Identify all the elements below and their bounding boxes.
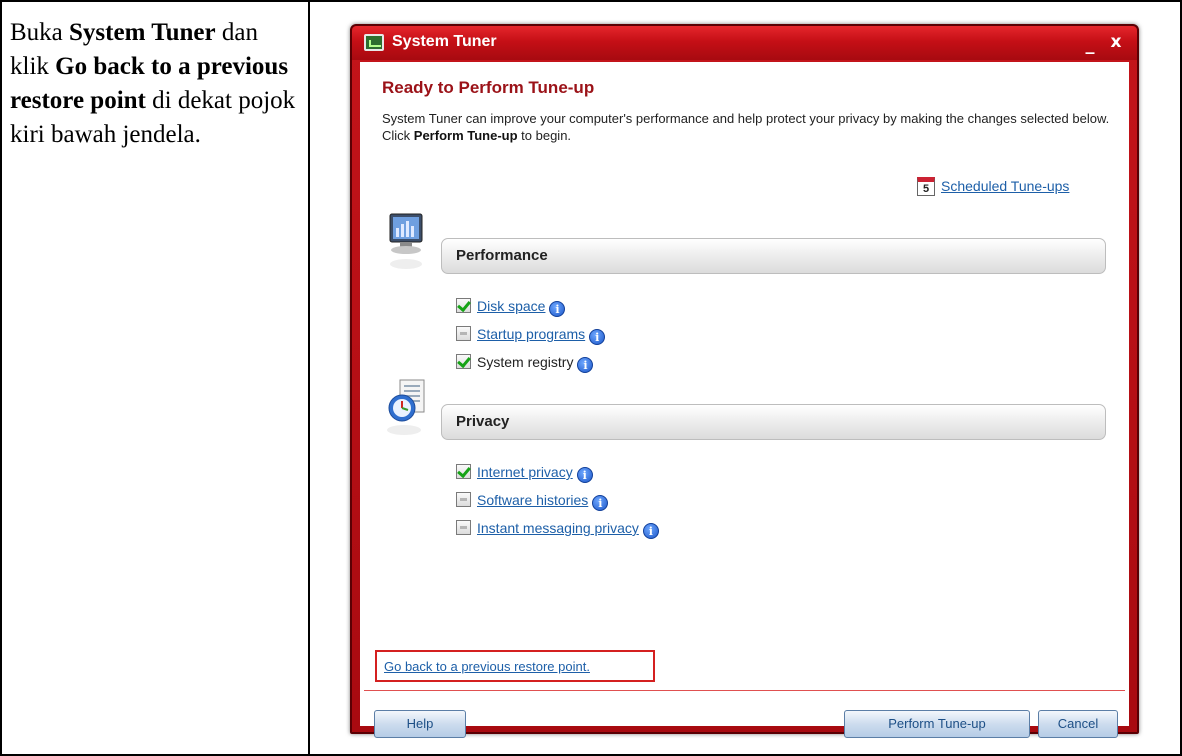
intro-text-end: to begin. (517, 128, 572, 143)
startup-programs-link[interactable]: Startup programs (477, 326, 585, 342)
restore-link-highlight: Go back to a previous restore point. (375, 650, 655, 682)
startup-programs-checkbox[interactable] (456, 326, 471, 341)
disk-space-checkbox[interactable] (456, 298, 471, 313)
instruction-bold-app-name: System Tuner (69, 19, 216, 46)
info-icon[interactable]: i (642, 523, 659, 539)
option-disk-space[interactable]: Disk space i (456, 298, 566, 318)
system-registry-label: System registry (477, 354, 574, 370)
instruction-text: Buka System Tuner dan klik Go back to a … (10, 16, 302, 152)
privacy-clock-icon (387, 379, 425, 435)
disk-space-link[interactable]: Disk space (477, 298, 545, 314)
software-histories-link[interactable]: Software histories (477, 492, 588, 508)
title-bar[interactable]: System Tuner _ x (352, 26, 1137, 60)
info-icon[interactable]: i (549, 301, 566, 317)
info-icon[interactable]: i (589, 329, 606, 345)
help-button[interactable]: Help (374, 710, 466, 738)
option-system-registry[interactable]: System registry i (456, 354, 594, 374)
option-startup-programs[interactable]: Startup programs i (456, 326, 606, 346)
cancel-button[interactable]: Cancel (1038, 710, 1118, 738)
performance-section-title: Performance (456, 247, 548, 264)
instant-messaging-privacy-checkbox[interactable] (456, 520, 471, 535)
monitor-icon (389, 213, 423, 269)
system-registry-checkbox[interactable] (456, 354, 471, 369)
info-icon[interactable]: i (576, 467, 593, 483)
instruction-part-1: Buka (10, 19, 70, 46)
intro-text: System Tuner can improve your computer's… (382, 110, 1122, 144)
scheduled-tune-ups-link[interactable]: Scheduled Tune-ups (941, 178, 1069, 194)
table-divider (308, 2, 310, 756)
footer-divider (364, 690, 1125, 691)
internet-privacy-checkbox[interactable] (456, 464, 471, 479)
privacy-section-title: Privacy (456, 413, 510, 430)
perform-tune-up-button[interactable]: Perform Tune-up (844, 710, 1030, 738)
internet-privacy-link[interactable]: Internet privacy (477, 464, 573, 480)
info-icon[interactable]: i (577, 357, 594, 373)
page-heading: Ready to Perform Tune-up (382, 78, 595, 97)
option-software-histories[interactable]: Software histories i (456, 492, 609, 512)
app-icon (364, 34, 384, 51)
software-histories-checkbox[interactable] (456, 492, 471, 507)
info-icon[interactable]: i (592, 495, 609, 511)
window-title: System Tuner (392, 33, 497, 50)
privacy-section-header: Privacy (441, 404, 1106, 440)
restore-point-link[interactable]: Go back to a previous restore point. (384, 659, 590, 674)
window-content: Ready to Perform Tune-up System Tuner ca… (360, 62, 1129, 738)
calendar-icon: 5 (917, 177, 935, 196)
option-internet-privacy[interactable]: Internet privacy i (456, 464, 593, 484)
intro-text-bold: Perform Tune-up (413, 128, 518, 143)
system-tuner-window: System Tuner _ x Ready to Perform Tune-u… (350, 24, 1139, 738)
close-button[interactable]: x (1105, 30, 1127, 54)
minimize-button[interactable]: _ (1079, 30, 1101, 55)
performance-section-header: Performance (441, 238, 1106, 274)
option-instant-messaging-privacy[interactable]: Instant messaging privacy i (456, 520, 659, 540)
instant-messaging-privacy-link[interactable]: Instant messaging privacy (477, 520, 639, 536)
